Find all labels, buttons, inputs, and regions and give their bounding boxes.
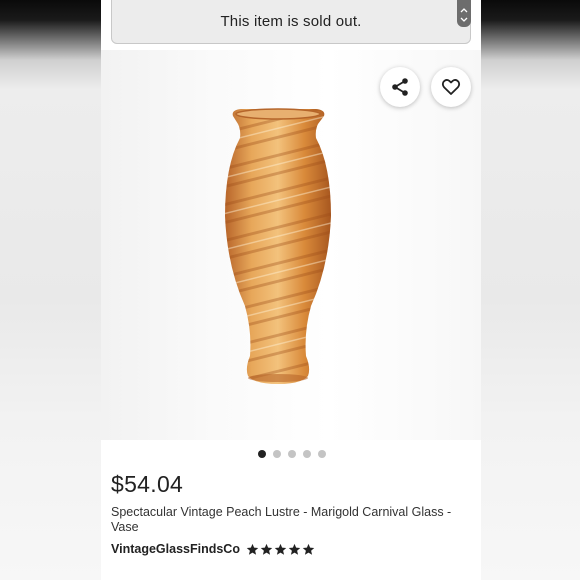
listing-screen: This item is sold out. $54.04 Spectacula… bbox=[101, 0, 481, 580]
chevron-up-icon[interactable] bbox=[459, 6, 469, 14]
share-icon bbox=[392, 78, 408, 96]
background-blur-right bbox=[481, 0, 580, 580]
star-icon bbox=[246, 543, 259, 555]
rating-stars bbox=[246, 543, 315, 556]
star-icon bbox=[274, 543, 287, 555]
background-blur-left bbox=[0, 0, 101, 580]
scroll-stepper[interactable] bbox=[457, 0, 471, 27]
star-icon bbox=[302, 543, 315, 555]
vase-image bbox=[225, 108, 331, 384]
star-icon bbox=[260, 543, 273, 555]
star-icon bbox=[288, 543, 301, 555]
price: $54.04 bbox=[111, 471, 184, 497]
sold-out-banner: This item is sold out. bbox=[111, 0, 471, 44]
carousel-dot[interactable] bbox=[303, 450, 311, 458]
favorite-button[interactable] bbox=[431, 67, 471, 107]
heart-icon bbox=[441, 79, 461, 95]
listing-title: Spectacular Vintage Peach Lustre - Marig… bbox=[111, 505, 452, 534]
carousel-dot[interactable] bbox=[288, 450, 296, 458]
carousel-dot[interactable] bbox=[258, 450, 266, 458]
seller-row[interactable]: VintageGlassFindsCo bbox=[111, 542, 315, 556]
chevron-down-icon[interactable] bbox=[459, 16, 469, 24]
sold-out-text: This item is sold out. bbox=[220, 12, 362, 30]
seller-name[interactable]: VintageGlassFindsCo bbox=[111, 542, 240, 556]
image-carousel-dots[interactable] bbox=[101, 450, 481, 460]
carousel-dot[interactable] bbox=[318, 450, 326, 458]
share-button[interactable] bbox=[380, 67, 420, 107]
carousel-dot[interactable] bbox=[273, 450, 281, 458]
product-photo[interactable] bbox=[101, 50, 481, 440]
